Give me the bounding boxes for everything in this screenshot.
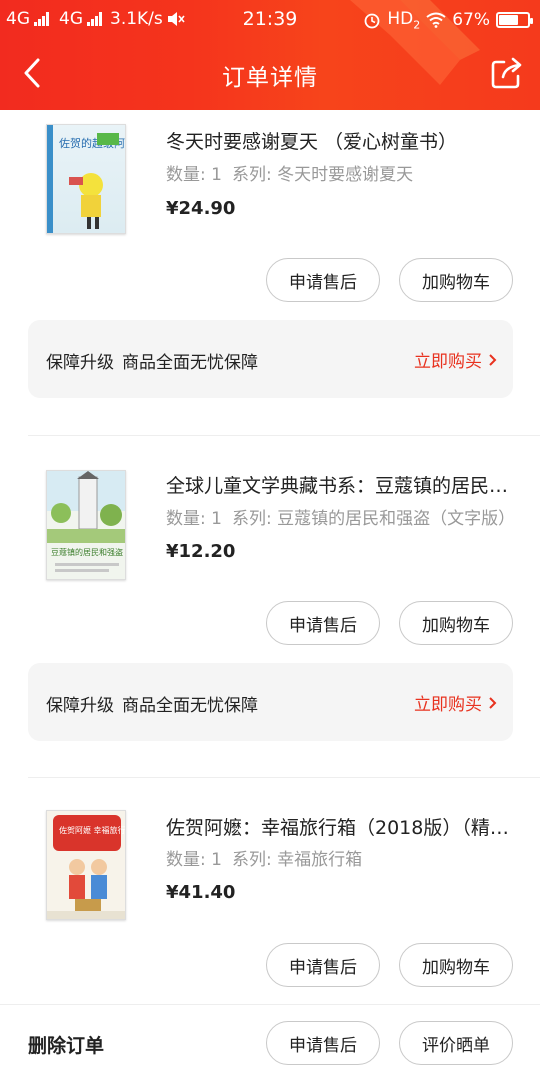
order-after-sale-button[interactable]: 申请售后: [266, 1021, 380, 1065]
add-to-cart-button-1[interactable]: 加购物车: [399, 258, 513, 302]
battery-percent: 67%: [452, 10, 490, 31]
guarantee-card-2[interactable]: 保障升级 商品全面无忧保障 立即购买: [28, 663, 513, 741]
wifi-icon: [426, 12, 446, 29]
page-title: 订单详情: [222, 65, 318, 91]
guarantee-card-1[interactable]: 保障升级 商品全面无忧保障 立即购买: [28, 320, 513, 398]
guarantee-desc: 商品全面无忧保障: [122, 696, 258, 716]
cover-text-3: 佐贺阿嬷 幸福旅行箱: [59, 825, 126, 835]
guarantee-label: 保障升级: [46, 696, 114, 716]
chevron-right-icon: [489, 696, 497, 709]
divider: [28, 777, 540, 778]
product-title-1[interactable]: 冬天时要感谢夏天 （爱心树童书）: [166, 127, 516, 154]
delete-order-button[interactable]: 删除订单: [28, 1031, 104, 1058]
product-price-2: ¥12.20: [166, 541, 236, 562]
status-bar: 4G 4G 3.1K/s 21:39 HD2 67%: [0, 0, 540, 38]
book-cover-image: 豆蔻镇的居民和强盗: [47, 471, 125, 572]
review-button[interactable]: 评价晒单: [399, 1021, 513, 1065]
bottom-action-bar: 删除订单 申请售后 评价晒单: [0, 1004, 540, 1080]
battery-icon: [496, 12, 533, 29]
after-sale-button-2[interactable]: 申请售后: [266, 601, 380, 645]
order-item-3: 佐贺阿嬷 幸福旅行箱 佐贺阿嬷：幸福旅行箱（2018版）（精装） 数量: 1系列…: [0, 795, 540, 1005]
chevron-right-icon: [489, 353, 497, 366]
book-cover-image: 佐贺的超级阿嬷: [47, 125, 125, 233]
product-price-3: ¥41.40: [166, 882, 236, 903]
divider: [28, 435, 540, 436]
cover-text-2: 豆蔻镇的居民和强盗: [51, 547, 123, 557]
buy-now-link-2[interactable]: 立即购买: [414, 690, 497, 715]
hd-label: HD2: [387, 9, 421, 32]
add-to-cart-button-2[interactable]: 加购物车: [399, 601, 513, 645]
header: 4G 4G 3.1K/s 21:39 HD2 67% 订单详情: [0, 0, 540, 110]
order-item-2: 豆蔻镇的居民和强盗 全球儿童文学典藏书系：豆蔻镇的居民和强盗 数量: 1 系列: …: [0, 455, 540, 755]
product-meta-3: 数量: 1 系列: 幸福旅行箱: [166, 850, 363, 870]
add-to-cart-button-3[interactable]: 加购物车: [399, 943, 513, 987]
nav-bar: 订单详情: [0, 42, 540, 104]
product-meta-2: 数量: 1 系列: 豆蔻镇的居民和强盗（文字版）: [166, 509, 516, 529]
order-item-1: 佐贺的超级阿嬷 冬天时要感谢夏天 （爱心树童书） 数量: 1系列: 冬天时要感谢…: [0, 110, 540, 410]
guarantee-desc: 商品全面无忧保障: [122, 353, 258, 373]
product-cover-3[interactable]: 佐贺阿嬷 幸福旅行箱: [46, 810, 126, 920]
product-title-3[interactable]: 佐贺阿嬷：幸福旅行箱（2018版）（精装）: [166, 813, 516, 840]
book-cover-image: 佐贺阿嬷 幸福旅行箱: [47, 815, 126, 919]
guarantee-label: 保障升级: [46, 353, 114, 373]
after-sale-button-1[interactable]: 申请售后: [266, 258, 380, 302]
share-icon[interactable]: [490, 56, 524, 90]
product-title-2[interactable]: 全球儿童文学典藏书系：豆蔻镇的居民和强盗: [166, 471, 516, 498]
after-sale-button-3[interactable]: 申请售后: [266, 943, 380, 987]
buy-now-link-1[interactable]: 立即购买: [414, 347, 497, 372]
product-price-1: ¥24.90: [166, 198, 236, 219]
alarm-icon: [364, 13, 380, 29]
product-cover-1[interactable]: 佐贺的超级阿嬷: [46, 124, 126, 234]
product-cover-2[interactable]: 豆蔻镇的居民和强盗: [46, 470, 126, 580]
product-meta-1: 数量: 1 系列: 冬天时要感谢夏天: [166, 165, 414, 185]
